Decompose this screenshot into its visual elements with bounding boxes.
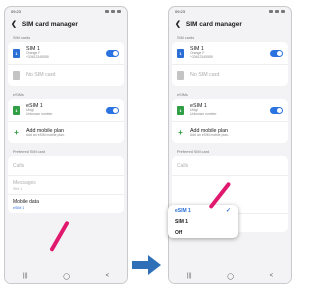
calls-label: Calls (13, 162, 25, 169)
esim1-toggle[interactable] (106, 106, 119, 114)
esim1-row[interactable]: 1 eSIM 1 Ubigi Unknown number (8, 99, 124, 121)
nosim-label: No SIM card (190, 72, 220, 79)
section-sim-cards: SIM cards (13, 36, 31, 40)
esim1-number: Unknown number (190, 112, 217, 117)
esim1-toggle[interactable] (270, 106, 283, 114)
esim1-row[interactable]: 1 eSIM 1 Ubigi Unknown number (172, 99, 288, 121)
sim1-row[interactable]: 1 SIM 1 Orange F +33612345555 (8, 42, 124, 64)
add-plan-sub: Add an eSIM mobile plan. (26, 132, 65, 137)
preferred-card: Calls Messages SIM 1 Mobile data eSIM 1 (8, 156, 124, 213)
status-bar: 09:23 (169, 7, 291, 16)
highlight-arrow-left (49, 220, 70, 252)
add-plan-sub: Add an eSIM mobile plan. (190, 132, 229, 137)
pref-mobile-data[interactable]: Mobile data eSIM 1 (8, 194, 124, 213)
mobile-data-popup: eSIM 1 ✓ SIM 1 Off (168, 205, 238, 238)
back-nav-icon[interactable]: < (106, 273, 110, 279)
popup-option-sim1[interactable]: SIM 1 (168, 216, 238, 227)
phone-screen-right: 09:23 ❮ SIM card manager SIM cards 1 SIM… (168, 6, 292, 284)
pref-calls: Calls (8, 156, 124, 175)
back-nav-icon[interactable]: < (270, 273, 274, 279)
page-title: SIM card manager (21, 20, 78, 28)
check-icon: ✓ (225, 208, 231, 214)
esim-icon: 1 (177, 105, 184, 115)
plus-icon: + (14, 128, 19, 137)
back-icon[interactable]: ❮ (175, 20, 181, 28)
section-sim-cards: SIM cards (177, 36, 195, 40)
esims-card: 1 eSIM 1 Ubigi Unknown number + Add mobi… (8, 99, 124, 143)
section-esims: eSIMs (177, 93, 188, 97)
signal-icons (105, 10, 121, 13)
popup-option-label: Off (175, 229, 183, 236)
nav-bar: ||| ◯ < (5, 269, 127, 283)
nosim-label: No SIM card (26, 72, 56, 79)
status-bar: 09:23 (5, 7, 127, 16)
calls-label: Calls (177, 162, 189, 169)
mobile-data-value: eSIM 1 (13, 205, 25, 210)
sim1-toggle[interactable] (106, 49, 119, 57)
title-bar: ❮ SIM card manager (169, 16, 291, 32)
recents-icon[interactable]: ||| (23, 273, 28, 279)
sim-card-icon: 1 (177, 48, 184, 58)
empty-sim-icon (177, 71, 184, 80)
section-preferred-sim: Preferred SIM card (13, 150, 46, 154)
popup-option-label: eSIM 1 (175, 207, 191, 214)
pref-calls: Calls (172, 156, 288, 175)
mobile-data-label: Mobile data (13, 198, 39, 205)
sim-cards-card: 1 SIM 1 Orange F +33612345555 No SIM car… (172, 42, 288, 86)
popup-option-label: SIM 1 (175, 218, 189, 225)
sim1-row[interactable]: 1 SIM 1 Orange F +33612345555 (172, 42, 288, 64)
sim-cards-card: 1 SIM 1 Orange F +33612345555 No SIM car… (8, 42, 124, 86)
nav-bar: ||| ◯ < (169, 269, 291, 283)
nosim-row: No SIM card (172, 64, 288, 86)
section-preferred-sim: Preferred SIM card (177, 150, 210, 154)
empty-sim-icon (13, 71, 20, 80)
sim1-number: +33612345555 (190, 55, 213, 60)
sim1-toggle[interactable] (270, 49, 283, 57)
home-icon[interactable]: ◯ (63, 273, 70, 280)
plus-icon: + (178, 128, 183, 137)
messages-label: Messages (13, 179, 36, 186)
transition-arrow-icon (132, 255, 161, 275)
add-plan-row[interactable]: + Add mobile plan Add an eSIM mobile pla… (8, 121, 124, 143)
pref-messages: Messages SIM 1 (8, 175, 124, 194)
popup-option-off[interactable]: Off (168, 227, 238, 238)
home-icon[interactable]: ◯ (227, 273, 234, 280)
sim1-number: +33612345555 (26, 55, 49, 60)
status-time: 09:23 (175, 9, 186, 14)
popup-option-esim1[interactable]: eSIM 1 ✓ (168, 205, 238, 216)
status-time: 09:23 (11, 9, 22, 14)
back-icon[interactable]: ❮ (11, 20, 17, 28)
add-plan-row[interactable]: + Add mobile plan Add an eSIM mobile pla… (172, 121, 288, 143)
sim-card-icon: 1 (13, 48, 20, 58)
title-bar: ❮ SIM card manager (5, 16, 127, 32)
messages-value: SIM 1 (13, 186, 23, 191)
esims-card: 1 eSIM 1 Ubigi Unknown number + Add mobi… (172, 99, 288, 143)
page-title: SIM card manager (185, 20, 242, 28)
signal-icons (269, 10, 285, 13)
nosim-row: No SIM card (8, 64, 124, 86)
section-esims: eSIMs (13, 93, 24, 97)
phone-screen-left: 09:23 ❮ SIM card manager SIM cards 1 SIM… (4, 6, 128, 284)
recents-icon[interactable]: ||| (187, 273, 192, 279)
esim1-number: Unknown number (26, 112, 53, 117)
esim-icon: 1 (13, 105, 20, 115)
